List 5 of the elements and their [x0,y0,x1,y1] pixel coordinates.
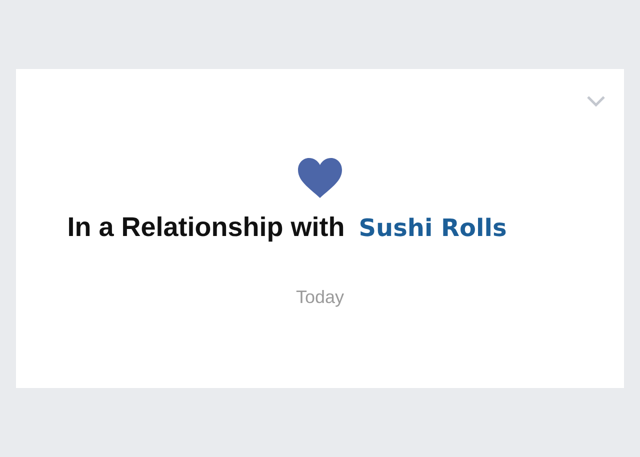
date-label: Today [296,287,344,308]
heart-icon [298,158,342,198]
relationship-label: In a Relationship with [67,212,345,243]
partner-link[interactable]: Sushi Rolls [358,214,507,242]
chevron-down-icon[interactable] [586,95,606,107]
